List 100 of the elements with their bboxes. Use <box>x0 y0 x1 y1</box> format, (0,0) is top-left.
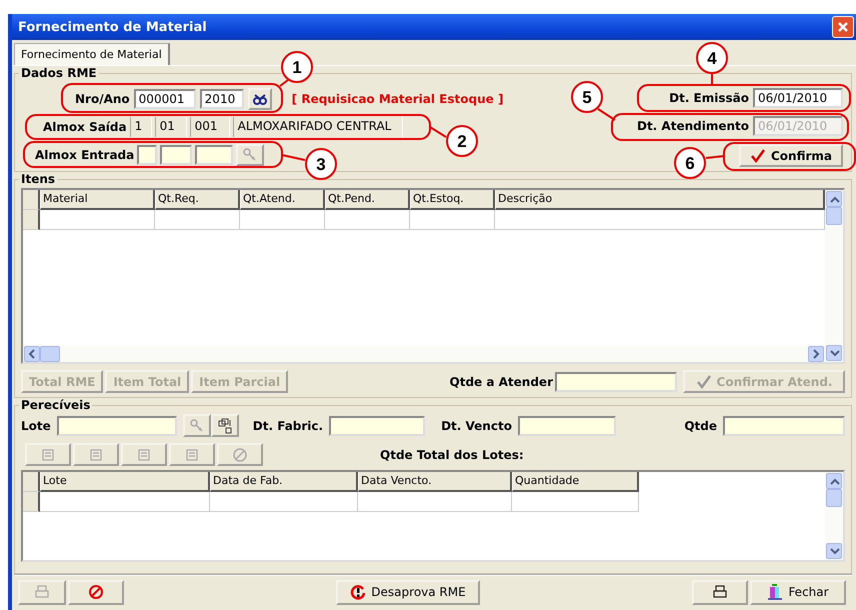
readonly-field: ALMOXARIFADO CENTRAL <box>232 117 403 137</box>
quantity-field[interactable] <box>723 416 845 436</box>
horizontal-scrollbar[interactable] <box>23 345 825 362</box>
column-header[interactable]: Qt.Pend. <box>325 190 410 210</box>
callout-number: 2 <box>446 125 478 157</box>
input-field[interactable]: 2010 <box>200 89 244 109</box>
prohibited-icon <box>88 584 104 600</box>
scroll-right-button[interactable] <box>808 346 824 362</box>
corner-header <box>23 472 40 492</box>
column-header[interactable]: Quantidade <box>512 472 639 492</box>
toolbar-button[interactable] <box>121 443 167 466</box>
checkmark-icon <box>750 148 766 164</box>
field-label: Qtde a Atender <box>450 374 553 388</box>
input-field[interactable] <box>56 416 177 436</box>
close-button[interactable]: Fechar <box>750 580 846 604</box>
table-cell[interactable] <box>325 210 410 230</box>
callout-number: 4 <box>696 42 728 74</box>
document-icon <box>40 446 56 462</box>
input-field[interactable] <box>137 145 158 165</box>
toolbar-button[interactable] <box>169 443 215 466</box>
quantity-field[interactable] <box>555 372 677 392</box>
column-header[interactable]: Qt.Estoq. <box>410 190 495 210</box>
confirm-button[interactable]: Confirma <box>739 144 843 167</box>
scroll-thumb[interactable] <box>826 489 842 507</box>
cancel-icon <box>232 446 248 462</box>
scroll-thumb[interactable] <box>826 207 842 225</box>
scroll-left-button[interactable] <box>24 346 40 362</box>
date-field[interactable] <box>518 416 616 436</box>
input-field[interactable]: 000001 <box>134 89 196 109</box>
corner-header <box>23 190 40 210</box>
table-cell[interactable] <box>155 210 240 230</box>
column-header[interactable]: Qt.Req. <box>155 190 240 210</box>
scroll-down-button[interactable] <box>826 345 842 361</box>
column-header[interactable]: Data de Fab. <box>210 472 358 492</box>
readonly-field: 1 <box>130 117 152 137</box>
vertical-scrollbar[interactable] <box>825 472 843 560</box>
table-cell[interactable] <box>512 492 639 512</box>
date-field[interactable] <box>329 416 426 436</box>
column-header[interactable]: Descrição <box>495 190 825 210</box>
table-cell[interactable] <box>240 210 325 230</box>
checkmark-icon <box>696 374 712 390</box>
table-cell[interactable] <box>210 492 358 512</box>
scroll-thumb[interactable] <box>40 346 60 362</box>
field-label: Dt. Atendimento <box>636 119 749 133</box>
table-cell[interactable] <box>358 492 512 512</box>
group-title: Perecíveis <box>20 398 92 412</box>
window-title: Fornecimento de Material <box>18 20 207 34</box>
callout-number: 6 <box>674 147 706 179</box>
readonly-field: 01 <box>154 117 187 137</box>
data-grid[interactable]: Lote Data de Fab. Data Vencto. Quantidade <box>21 470 845 562</box>
table-cell[interactable] <box>40 210 155 230</box>
search-button[interactable] <box>248 88 272 110</box>
field-label: Qtde <box>684 418 717 432</box>
leader-line <box>597 108 616 121</box>
toolbar-button[interactable] <box>217 443 263 466</box>
table-cell[interactable] <box>40 492 210 512</box>
column-header[interactable]: Material <box>40 190 155 210</box>
scroll-up-button[interactable] <box>826 473 842 489</box>
disapprove-button[interactable]: Desaprova RME <box>336 580 480 604</box>
row-header[interactable] <box>23 492 40 512</box>
readonly-field: 001 <box>190 117 230 137</box>
print-button[interactable] <box>692 580 748 604</box>
field-label: Lote <box>21 418 51 432</box>
leader-line <box>706 155 724 159</box>
toolbar-button[interactable] <box>25 443 71 466</box>
leader-line <box>279 79 289 87</box>
callout-number: 3 <box>305 148 337 180</box>
leader-line <box>429 126 447 138</box>
date-field[interactable]: 06/01/2010 <box>753 88 843 108</box>
field-label: Almox Saída <box>43 120 127 134</box>
close-button[interactable] <box>832 16 854 38</box>
field-label: Dt. Fabric. <box>252 418 324 432</box>
group-title: Dados RME <box>20 66 98 80</box>
toolbar-button[interactable] <box>73 443 119 466</box>
requisition-type: [ Requisicao Material Estoque ] <box>292 92 504 106</box>
field-label: Dt. Vencto <box>441 418 512 432</box>
column-header[interactable]: Lote <box>40 472 210 492</box>
table-cell[interactable] <box>410 210 495 230</box>
data-grid[interactable]: Material Qt.Req. Qt.Atend. Qt.Pend. Qt.Estoq. Descrição <box>21 188 845 364</box>
scroll-up-button[interactable] <box>826 191 842 207</box>
input-field[interactable] <box>160 145 192 165</box>
total-label: Qtde Total dos Lotes: <box>380 448 524 462</box>
scroll-down-button[interactable] <box>826 543 842 559</box>
field-label: Nro/Ano <box>75 92 130 106</box>
column-header[interactable]: Qt.Atend. <box>240 190 325 210</box>
alert-refresh-icon <box>350 584 366 600</box>
vertical-scrollbar[interactable] <box>825 190 843 362</box>
field-label: Dt. Emissão <box>669 91 749 105</box>
leader-line <box>711 74 713 85</box>
callout-number: 5 <box>571 81 603 113</box>
leader-line <box>282 154 306 161</box>
column-header[interactable]: Data Vencto. <box>358 472 512 492</box>
cancel-button[interactable] <box>68 580 124 604</box>
field-label: Almox Entrada <box>35 148 134 162</box>
windows-button[interactable] <box>210 414 239 437</box>
tab[interactable]: Fornecimento de Material <box>14 43 170 65</box>
table-cell[interactable] <box>495 210 825 230</box>
row-header[interactable] <box>23 210 40 230</box>
lookup-button[interactable] <box>236 144 264 166</box>
input-field[interactable] <box>195 145 234 165</box>
